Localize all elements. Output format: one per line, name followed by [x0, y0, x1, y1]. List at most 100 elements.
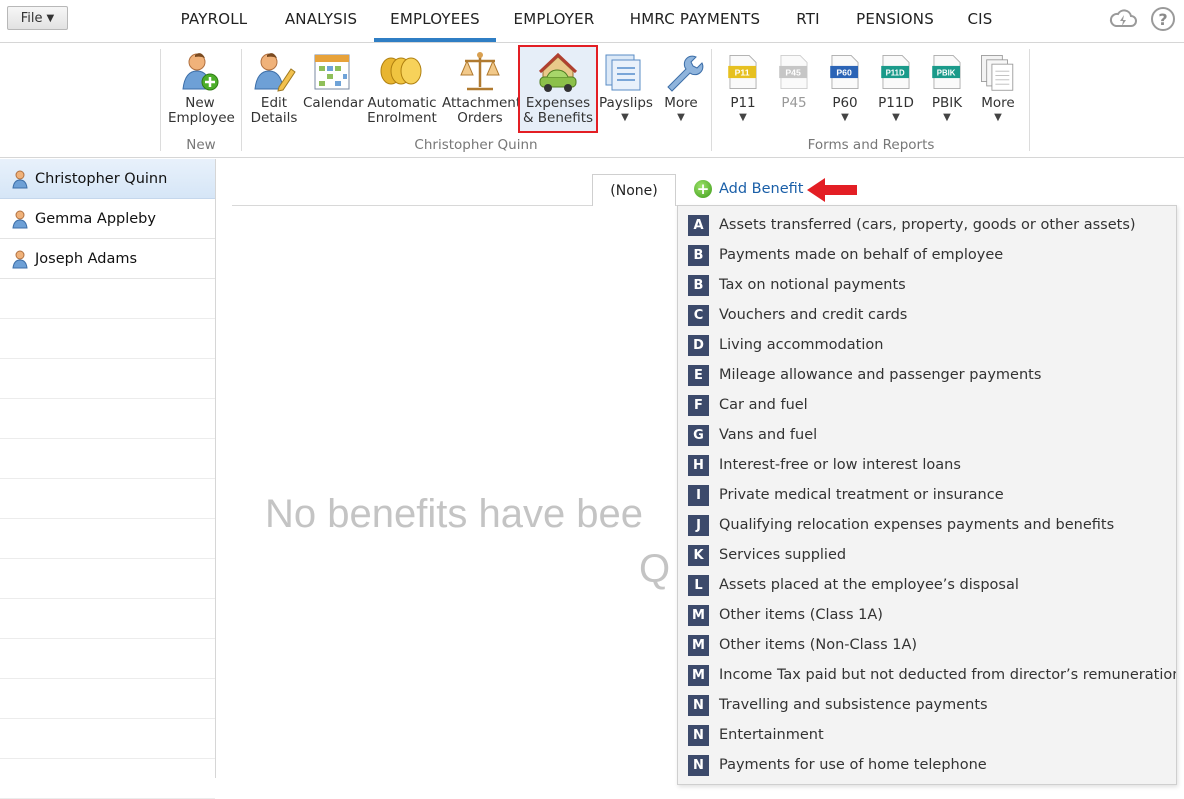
benefit-menu-item[interactable]: N Payments for use of home telephone [688, 754, 987, 776]
payslips-icon [605, 54, 641, 91]
tab-none[interactable]: (None) [592, 174, 676, 206]
more-employee-label: More [664, 95, 698, 111]
benefit-menu-label: Assets placed at the employee’s disposal [719, 577, 1019, 593]
benefit-menu-item[interactable]: K Services supplied [688, 544, 846, 566]
tab-pensions[interactable]: PENSIONS [846, 0, 944, 42]
empty-list-row [0, 439, 215, 479]
benefit-menu-item[interactable]: B Payments made on behalf of employee [688, 244, 1003, 266]
benefit-menu-item[interactable]: N Entertainment [688, 724, 824, 746]
help-icon-glyph: ? [1158, 9, 1168, 29]
more-forms-label: More [981, 95, 1015, 111]
p45-button[interactable]: P45 P45 [772, 49, 816, 111]
edit-person-icon [254, 53, 296, 92]
benefit-menu-item[interactable]: J Qualifying relocation expenses payments… [688, 514, 1114, 536]
benefit-menu-item[interactable]: F Car and fuel [688, 394, 808, 416]
benefit-menu-item[interactable]: D Living accommodation [688, 334, 883, 356]
benefit-menu-item[interactable]: M Other items (Non-Class 1A) [688, 634, 917, 656]
calendar-label: Calendar [303, 95, 364, 111]
tab-payroll[interactable]: PAYROLL [168, 0, 260, 42]
add-icon: + [694, 180, 712, 198]
benefit-menu-label: Interest-free or low interest loans [719, 457, 961, 473]
tab-cis[interactable]: CIS [958, 0, 1002, 42]
benefit-menu-item[interactable]: I Private medical treatment or insurance [688, 484, 1004, 506]
expenses-benefits-label: Expenses & Benefits [522, 95, 594, 126]
expenses-benefits-button[interactable]: Expenses & Benefits [518, 45, 598, 133]
file-menu-button[interactable]: File ▼ [7, 6, 68, 30]
benefit-menu-item[interactable]: E Mileage allowance and passenger payment… [688, 364, 1041, 386]
benefit-code-badge: M [688, 634, 709, 656]
p45-form-icon: P45 [779, 55, 808, 89]
benefit-menu-item[interactable]: B Tax on notional payments [688, 274, 906, 296]
tab-analysis[interactable]: ANALYSIS [276, 0, 366, 42]
p45-label: P45 [781, 95, 807, 111]
benefit-code-badge: I [688, 484, 709, 506]
add-benefit-button[interactable]: + Add Benefit [694, 180, 803, 198]
employee-list-item[interactable]: Joseph Adams [0, 239, 215, 279]
pbik-form-icon: PBIK [932, 55, 961, 89]
benefit-menu-label: Services supplied [719, 547, 847, 563]
cloud-sync-icon[interactable] [1108, 7, 1138, 31]
help-icon[interactable]: ? [1151, 7, 1175, 31]
add-person-icon [182, 53, 219, 91]
documents-stack-icon [981, 55, 1014, 91]
benefit-menu-item[interactable]: N Travelling and subsistence payments [688, 694, 988, 716]
tab-rti[interactable]: RTI [786, 0, 830, 42]
more-employee-button[interactable]: More ▼ [658, 49, 704, 124]
chevron-down-icon: ▼ [994, 112, 1002, 123]
p11-button[interactable]: P11 P11 ▼ [721, 49, 765, 124]
benefit-menu-item[interactable]: A Assets transferred (cars, property, goo… [688, 214, 1136, 236]
benefit-code-badge: D [688, 334, 709, 356]
edit-details-label: Edit Details [250, 95, 298, 126]
benefit-menu-label: Car and fuel [719, 397, 808, 413]
payslips-button[interactable]: Payslips ▼ [599, 49, 653, 124]
benefit-code-badge: N [688, 754, 709, 776]
benefit-menu-label: Vouchers and credit cards [719, 307, 908, 323]
benefit-menu-item[interactable]: M Other items (Class 1A) [688, 604, 883, 626]
pbik-button[interactable]: PBIK PBIK ▼ [925, 49, 969, 124]
top-menu-bar: File ▼ PAYROLL ANALYSIS EMPLOYEES EMPLOY… [0, 0, 1184, 43]
benefit-menu-item[interactable]: L Assets placed at the employee’s disposa… [688, 574, 1019, 596]
tab-hmrc-payments[interactable]: HMRC PAYMENTS [618, 0, 772, 42]
ribbon-divider [711, 49, 712, 151]
pbik-label: PBIK [931, 95, 963, 111]
employee-list-item[interactable]: Gemma Appleby [0, 199, 215, 239]
more-forms-button[interactable]: More ▼ [976, 49, 1020, 124]
p11d-button[interactable]: P11D P11D ▼ [873, 49, 919, 124]
benefit-menu-label: Payments made on behalf of employee [719, 247, 1004, 263]
empty-list-row [0, 679, 215, 719]
benefit-menu-item[interactable]: H Interest-free or low interest loans [688, 454, 961, 476]
chevron-down-icon: ▼ [677, 112, 685, 123]
payslips-label: Payslips [599, 95, 653, 111]
employee-name: Joseph Adams [35, 250, 138, 267]
benefit-code-badge: K [688, 544, 709, 566]
benefit-menu-item[interactable]: C Vouchers and credit cards [688, 304, 907, 326]
benefit-code-badge: F [688, 394, 709, 416]
benefit-code-badge: E [688, 364, 709, 386]
tab-employees[interactable]: EMPLOYEES [374, 0, 496, 42]
edit-details-button[interactable]: Edit Details [249, 49, 299, 126]
benefit-code-badge: B [688, 244, 709, 266]
new-employee-button[interactable]: New Employee [168, 49, 235, 126]
calendar-button[interactable]: Calendar [303, 49, 364, 111]
benefit-menu-item[interactable]: G Vans and fuel [688, 424, 817, 446]
benefit-code-badge: G [688, 424, 709, 446]
benefit-menu-label: Vans and fuel [719, 427, 818, 443]
p60-button[interactable]: P60 P60 ▼ [823, 49, 867, 124]
new-employee-label: New Employee [168, 95, 235, 126]
group-label-forms: Forms and Reports [807, 137, 935, 153]
person-icon [12, 170, 28, 188]
employee-list-item[interactable]: Christopher Quinn [0, 159, 215, 199]
empty-state-message-line2: Q [639, 547, 671, 591]
benefit-code-badge: B [688, 274, 709, 296]
pbik-badge-text: PBIK [937, 68, 956, 77]
add-benefit-label: Add Benefit [719, 181, 804, 197]
p11-label: P11 [730, 95, 756, 111]
attachment-orders-button[interactable]: Attachment Orders [442, 49, 521, 126]
benefit-menu-label: Entertainment [719, 727, 824, 743]
p11d-label: P11D [878, 95, 914, 111]
benefit-menu-item[interactable]: M Income Tax paid but not deducted from d… [688, 664, 1176, 686]
red-arrow-icon [807, 178, 857, 202]
automatic-enrolment-button[interactable]: Automatic Enrolment [366, 49, 438, 126]
benefit-menu-label: Payments for use of home telephone [719, 757, 987, 773]
tab-employer[interactable]: EMPLOYER [505, 0, 603, 42]
